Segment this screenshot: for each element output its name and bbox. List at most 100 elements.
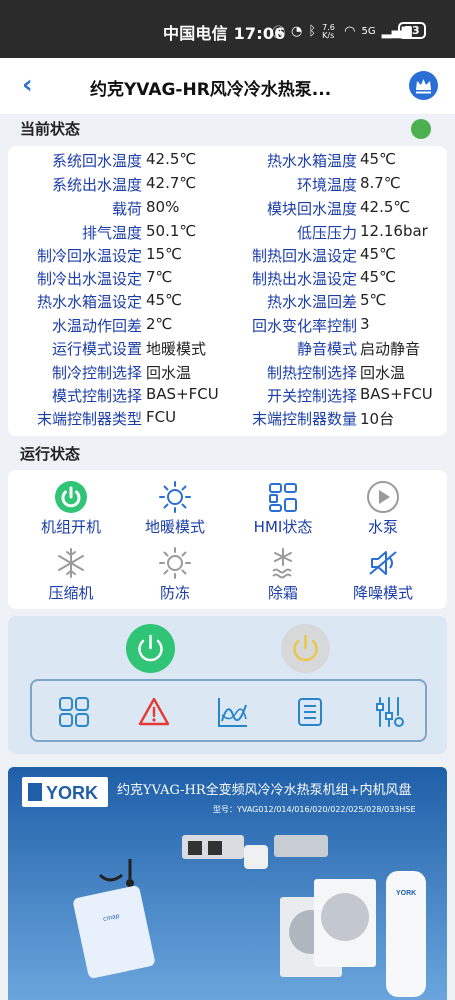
- run-item-antifreeze: 防冻: [120, 546, 230, 603]
- run-item-floor-heating: 地暖模式: [120, 480, 230, 537]
- bluetooth-icon: ᛒ: [308, 24, 317, 39]
- param-label: 制热回水温设定: [251, 247, 357, 265]
- grid-icon[interactable]: [57, 695, 91, 729]
- wifi-icon: ◠: [344, 24, 356, 39]
- page-title: 约克YVAG-HR风冷冷水热泵...: [90, 80, 332, 100]
- param-value: 回水温: [360, 364, 406, 382]
- run-item-label: 水泵: [367, 518, 398, 536]
- run-item-label: 地暖模式: [144, 518, 205, 536]
- run-item-pump: 水泵: [328, 480, 438, 537]
- param-value: 42.5℃: [146, 150, 197, 168]
- chart-icon[interactable]: [216, 695, 250, 729]
- param-row: 水温动作回差 2℃ 回水变化率控制 3: [8, 315, 447, 338]
- product-banner[interactable]: YORK 约克YVAG-HR全变频风冷冷水热泵机组+内机风盘 型号：YVAG01…: [8, 767, 447, 1000]
- param-value: 启动静音: [360, 340, 421, 358]
- function-toolbar: [30, 679, 427, 742]
- param-value: 2℃: [146, 315, 173, 333]
- run-item-label: HMI状态: [253, 518, 313, 536]
- param-row: 热水水箱温设定 45℃ 热水水温回差 5℃: [8, 291, 447, 314]
- run-item-defrost: 除霜: [228, 546, 338, 603]
- status-bar: 中国电信 17:06 Ⓝ ◔ ᛒ 7.6 K/s ◠ 5G ▂▄▆ 73: [0, 0, 455, 58]
- alarm-icon: ◔: [291, 24, 303, 39]
- param-label: 制冷控制选择: [51, 364, 142, 382]
- net-speed: 7.6 K/s: [322, 22, 335, 40]
- online-status-dot: [411, 119, 431, 139]
- param-value: 45℃: [360, 245, 396, 263]
- param-value: 8.7℃: [360, 174, 401, 192]
- param-value: 45℃: [146, 291, 182, 309]
- warning-icon[interactable]: [137, 695, 171, 729]
- run-item-label: 降噪模式: [352, 584, 413, 602]
- play-icon: [366, 480, 400, 514]
- product-banner-art: YORK 约克YVAG-HR全变频风冷冷水热泵机组+内机风盘 型号：YVAG01…: [8, 767, 447, 1000]
- list-icon[interactable]: [293, 695, 327, 729]
- param-value: 45℃: [360, 150, 396, 168]
- run-item-label: 压缩机: [48, 584, 94, 602]
- network-type: 5G: [361, 26, 376, 37]
- param-label: 模式控制选择: [51, 387, 142, 405]
- param-row: 载荷 80% 模块回水温度 42.5℃: [8, 198, 447, 221]
- param-row: 模式控制选择 BAS+FCU 开关控制选择 BAS+FCU: [8, 385, 447, 408]
- carrier-time: 中国电信 17:06: [163, 24, 286, 43]
- param-row: 运行模式设置 地暖模式 静音模式 启动静音: [8, 338, 447, 361]
- param-value: 45℃: [360, 268, 396, 286]
- param-label: 制热控制选择: [266, 364, 357, 382]
- param-label: 制冷出水温设定: [36, 270, 142, 288]
- param-label: 热水水温回差: [266, 293, 357, 311]
- run-status-card: 机组开机 地暖模式 HMI状态 水泵 压缩机 防冻 除霜 降噪模式: [8, 470, 447, 609]
- param-value: 3: [360, 315, 370, 333]
- param-label: 系统回水温度: [51, 152, 142, 170]
- battery-indicator: 73: [398, 22, 426, 39]
- snowflake-icon: [54, 546, 88, 580]
- power-on-button[interactable]: [126, 624, 175, 673]
- control-panel: [8, 616, 447, 754]
- sun-outline-icon: [158, 546, 192, 580]
- param-label: 开关控制选择: [266, 387, 357, 405]
- param-label: 末端控制器数量: [251, 410, 357, 428]
- app-header: ‹ 约克YVAG-HR风冷冷水热泵...: [0, 58, 455, 114]
- param-label: 热水水箱温设定: [36, 293, 142, 311]
- banner-model-line: 型号：YVAG012/014/016/020/022/025/028/033HS…: [213, 805, 416, 814]
- battery-level: 73: [404, 24, 420, 37]
- param-value: 7℃: [146, 268, 173, 286]
- sun-icon: [158, 480, 192, 514]
- status-icons: Ⓝ ◔ ᛒ 7.6 K/s ◠ 5G ▂▄▆: [272, 22, 412, 41]
- crown-icon[interactable]: [409, 71, 438, 100]
- param-label: 末端控制器类型: [36, 410, 142, 428]
- run-item-noise-reduction: 降噪模式: [328, 546, 438, 603]
- param-row: 制冷回水温设定 15℃ 制热回水温设定 45℃: [8, 245, 447, 268]
- param-label: 制热出水温设定: [251, 270, 357, 288]
- param-row: 制冷控制选择 回水温 制热控制选择 回水温: [8, 362, 447, 385]
- current-status-title: 当前状态: [20, 120, 81, 138]
- param-label: 系统出水温度: [51, 176, 142, 194]
- param-value: 5℃: [360, 291, 387, 309]
- param-label: 静音模式: [296, 340, 357, 358]
- mute-icon: [366, 546, 400, 580]
- power-off-button[interactable]: [281, 624, 330, 673]
- params-card: 系统回水温度 42.5℃ 热水水箱温度 45℃ 系统出水温度 42.7℃ 环境温度 8.7℃ 载…: [8, 146, 447, 436]
- hmi-icon: [266, 480, 300, 514]
- param-label: 水温动作回差: [51, 317, 142, 335]
- param-value: 50.1℃: [146, 222, 197, 240]
- param-label: 回水变化率控制: [251, 317, 357, 335]
- param-label: 载荷: [111, 200, 142, 218]
- chevron-left-icon[interactable]: ‹: [22, 70, 33, 100]
- run-item-label: 防冻: [159, 584, 190, 602]
- param-row: 排气温度 50.1℃ 低压压力 12.16bar: [8, 222, 447, 245]
- param-value: FCU: [146, 408, 177, 426]
- settings-sliders-icon[interactable]: [372, 695, 406, 729]
- run-item-label: 机组开机: [40, 518, 101, 536]
- run-item-label: 除霜: [267, 584, 298, 602]
- param-value: 10台: [360, 410, 395, 428]
- param-value: 回水温: [146, 364, 192, 382]
- param-label: 制冷回水温设定: [36, 247, 142, 265]
- param-label: 环境温度: [296, 176, 357, 194]
- run-status-title: 运行状态: [20, 445, 81, 463]
- param-row: 制冷出水温设定 7℃ 制热出水温设定 45℃: [8, 268, 447, 291]
- param-label: 运行模式设置: [51, 340, 142, 358]
- param-value: BAS+FCU: [360, 385, 433, 403]
- param-value: 80%: [146, 198, 180, 216]
- param-value: BAS+FCU: [146, 385, 219, 403]
- param-value: 15℃: [146, 245, 182, 263]
- banner-brand: YORK: [46, 783, 98, 803]
